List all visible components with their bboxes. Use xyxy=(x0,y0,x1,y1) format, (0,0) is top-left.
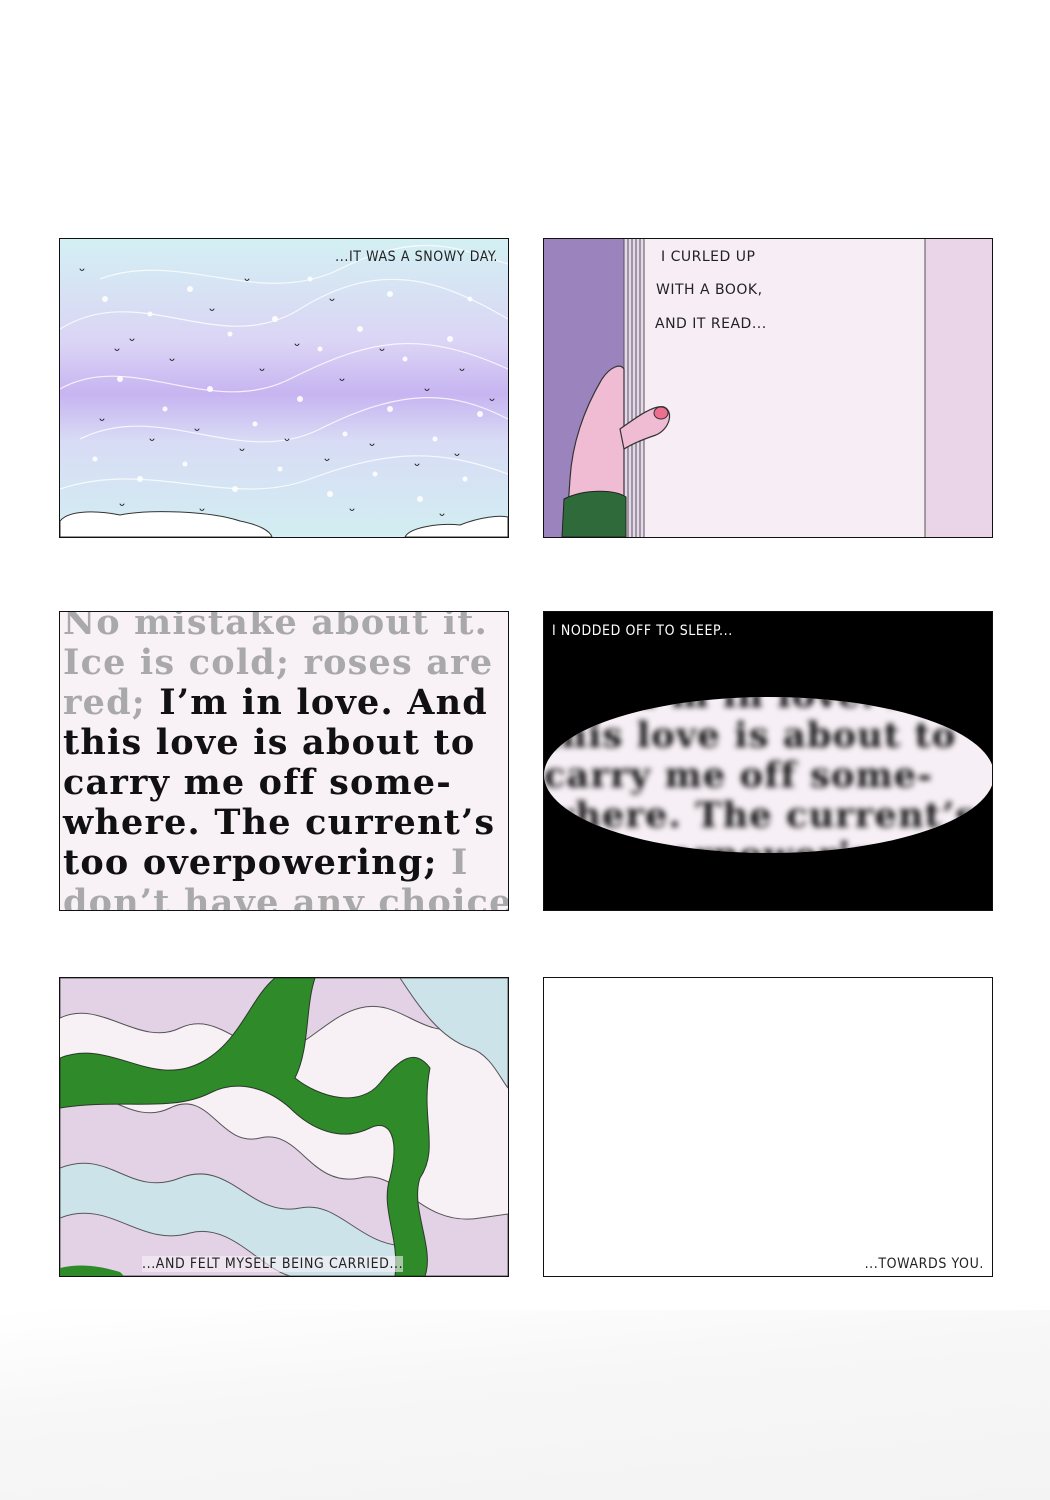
blurred-line: carry me off some- xyxy=(544,755,933,796)
panel-towards-you: ...TOWARDS YOU. xyxy=(543,977,993,1277)
book-passage: No mistake about it. Ice is cold; roses … xyxy=(63,611,509,911)
passage-fragment: too overpowering; xyxy=(63,842,452,883)
blurred-line: this love is about to xyxy=(544,715,957,756)
passage-line: Ice is cold; roses are xyxy=(63,642,494,683)
blurred-line: where. The current’s xyxy=(544,795,977,836)
passage-fragment: I xyxy=(451,842,469,883)
passage-line: carry me off some- xyxy=(63,762,452,803)
page-background-fade xyxy=(0,1310,1050,1500)
panel-book-text: No mistake about it. Ice is cold; roses … xyxy=(59,611,509,911)
passage-line: red; I’m in love. And xyxy=(63,682,508,723)
caption-towards-you: ...TOWARDS YOU. xyxy=(864,1256,984,1272)
blurred-line: red; I’m in love. And xyxy=(544,697,992,716)
passage-fragment: I’m in love. And xyxy=(159,682,488,723)
panel-sleep: I NODDED OFF TO SLEEP... red; I’m in lov… xyxy=(543,611,993,911)
blurred-passage: red; I’m in love. And red; I’m in love. … xyxy=(544,697,992,854)
caption-sleep: I NODDED OFF TO SLEEP... xyxy=(552,623,733,639)
caption-carried: ...AND FELT MYSELF BEING CARRIED... xyxy=(142,1256,404,1272)
panel-book: I CURLED UP WITH A BOOK, AND IT READ... xyxy=(543,238,993,538)
book-caption-line-3: AND IT READ... xyxy=(655,316,767,332)
snowfall-illustration xyxy=(60,244,508,537)
flowing-waves-illustration xyxy=(60,978,508,1276)
passage-fragment: red; xyxy=(63,682,160,723)
book-caption-line-2: WITH A BOOK, xyxy=(656,282,763,298)
passage-line: No mistake about it. xyxy=(63,611,489,643)
book-and-hand-illustration xyxy=(544,239,992,537)
passage-line: too overpowering; I xyxy=(63,842,508,883)
passage-line: don’t have any choice xyxy=(63,882,509,911)
book-caption-line-1: I CURLED UP xyxy=(661,249,756,265)
passage-line: this love is about to xyxy=(63,722,476,763)
caption-snowy-day: ...IT WAS A SNOWY DAY. xyxy=(335,249,498,265)
passage-line: where. The current’s xyxy=(63,802,496,843)
panel-snowy-day: ...IT WAS A SNOWY DAY. xyxy=(59,238,509,538)
closing-eye-view: red; I’m in love. And red; I’m in love. … xyxy=(544,697,992,854)
blurred-line: too overpowering; I xyxy=(544,836,992,854)
panel-carried: ...AND FELT MYSELF BEING CARRIED... xyxy=(59,977,509,1277)
